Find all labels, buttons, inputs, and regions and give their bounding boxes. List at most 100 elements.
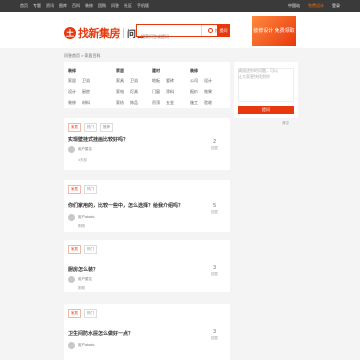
answer-count-label: 回答 <box>211 336 218 340</box>
top-nav-link[interactable]: 社区 <box>124 3 132 9</box>
category-item[interactable]: 设计 <box>68 89 82 95</box>
question-tag[interactable]: 家居 <box>68 309 81 318</box>
question-tag: 热门 <box>84 309 97 318</box>
category-head[interactable]: 装修 <box>68 68 96 74</box>
category-item[interactable]: 装修 <box>68 100 82 106</box>
category-item[interactable]: 涂料 <box>166 89 180 95</box>
question-tag: 热门 <box>84 245 97 254</box>
question-user: 用户ababc <box>68 342 95 349</box>
category-item[interactable]: 门窗 <box>152 89 166 95</box>
question-user: 用户ababc <box>68 214 95 221</box>
question-user: 用户匿名 <box>68 146 92 153</box>
avatar <box>68 276 75 283</box>
category-item[interactable]: 材料 <box>82 100 96 106</box>
breadcrumb: 问答首页 > 家居百科 <box>64 53 101 58</box>
username[interactable]: 用户ababc <box>78 215 95 220</box>
logo-divider <box>123 28 124 38</box>
search-input[interactable] <box>137 31 197 42</box>
category-item[interactable]: 公司 <box>190 78 204 84</box>
question-title[interactable]: 厨房怎么装？ <box>68 266 98 273</box>
category-group: 装修 公司 设计 报价 效果 施工 验收 <box>190 68 218 106</box>
search-icon <box>208 28 213 33</box>
category-item[interactable]: 瓷砖 <box>166 78 180 84</box>
login-link[interactable]: 登录 <box>332 3 340 9</box>
category-item[interactable]: 厨房 <box>82 89 96 95</box>
question-tags: 家居 热门 <box>68 245 97 254</box>
question-tag: 热门 <box>84 185 97 194</box>
city-link[interactable]: 中国站 <box>288 3 300 9</box>
top-nav-link[interactable]: 资讯 <box>46 3 54 9</box>
question-tag[interactable]: 家居 <box>68 245 81 254</box>
question-tag: 热门 <box>84 123 97 132</box>
top-nav-link[interactable]: 手机版 <box>137 3 149 9</box>
top-nav-links: 首页 专题 资讯 图库 百科 装修 团购 问答 社区 手机版 <box>20 0 149 12</box>
question-user: 用户匿名 <box>68 276 92 283</box>
category-item[interactable]: 吊顶 <box>152 100 166 106</box>
category-panel: 装修 家居 卫浴 设计 厨房 装修 材料 家居 家具 卫浴 家电 灯具 家纺 饰… <box>64 62 230 108</box>
question-tags: 家居 热门 <box>68 185 97 194</box>
question-card[interactable]: 家居 热门 卫生间防水层怎么做好一点？ 用户ababc 3 回答 <box>64 304 230 360</box>
category-item[interactable]: 饰品 <box>130 100 144 106</box>
category-group: 装修 家居 卫浴 设计 厨房 装修 材料 <box>68 68 96 106</box>
question-tags: 家居 热门 <box>68 309 97 318</box>
category-item[interactable]: 报价 <box>190 89 204 95</box>
category-item[interactable]: 效果 <box>204 89 218 95</box>
question-card[interactable]: 家居 热门 你们家用的，比较一些中，怎么选择？给我介绍吗？ 用户ababc 刚刚… <box>64 180 230 232</box>
clear-link[interactable]: 清空 <box>282 121 289 126</box>
category-item[interactable]: 家电 <box>116 89 130 95</box>
site-logo[interactable]: 土 找新集房 问答 <box>64 25 145 41</box>
answer-count-label: 回答 <box>211 210 218 214</box>
question-tag: 推荐 <box>100 123 113 132</box>
category-item[interactable]: 家纺 <box>116 100 130 106</box>
top-nav-link[interactable]: 首页 <box>20 3 28 9</box>
top-nav-bar: 首页 专题 资讯 图库 百科 装修 团购 问答 社区 手机版 中国站 免费设计 … <box>0 0 360 12</box>
top-right-links: 中国站 免费设计 登录 <box>288 0 340 12</box>
answer-count: 3 <box>213 329 216 335</box>
category-head[interactable]: 家居 <box>116 68 144 74</box>
top-nav-link[interactable]: 百科 <box>72 3 80 9</box>
search-box: 搜索 <box>136 24 230 42</box>
question-title[interactable]: 实现壁挂式挂画比较好吗？ <box>68 136 128 143</box>
category-item[interactable]: 家居 <box>68 78 82 84</box>
category-item[interactable]: 卫浴 <box>130 78 144 84</box>
top-nav-link[interactable]: 装修 <box>85 3 93 9</box>
category-item[interactable]: 施工 <box>190 100 204 106</box>
ask-panel: 请描述你的问题，可以让大家更快找到你 提问 <box>234 62 298 118</box>
category-item[interactable]: 五金 <box>166 100 180 106</box>
category-group: 建材 地板 瓷砖 门窗 涂料 吊顶 五金 <box>152 68 180 106</box>
question-textarea-placeholder: 请描述你的问题，可以让大家更快找到你 <box>238 68 278 79</box>
question-title[interactable]: 你们家用的，比较一些中，怎么选择？给我介绍吗？ <box>68 202 183 209</box>
username[interactable]: 用户匿名 <box>78 147 92 152</box>
category-item[interactable]: 设计 <box>204 78 218 84</box>
category-item[interactable]: 卫浴 <box>82 78 96 84</box>
answer-count-label: 回答 <box>211 146 218 150</box>
top-nav-link[interactable]: 问答 <box>111 3 119 9</box>
question-title[interactable]: 卫生间防水层怎么做好一点？ <box>68 330 133 337</box>
top-nav-link[interactable]: 图库 <box>59 3 67 9</box>
category-head[interactable]: 装修 <box>190 68 218 74</box>
category-head[interactable]: 建材 <box>152 68 180 74</box>
avatar <box>68 146 75 153</box>
category-item[interactable]: 家具 <box>116 78 130 84</box>
question-time: 刚刚 <box>78 224 85 228</box>
question-tags: 家居 热门 推荐 <box>68 123 113 132</box>
username[interactable]: 用户ababc <box>78 343 95 348</box>
question-tag[interactable]: 家居 <box>68 185 81 194</box>
category-item[interactable]: 验收 <box>204 100 218 106</box>
promo-banner[interactable]: 装修设计 免费领取 <box>252 16 296 46</box>
answer-count-label: 回答 <box>211 272 218 276</box>
question-card[interactable]: 家居 热门 推荐 实现壁挂式挂画比较好吗？ 用户匿名 4天前 2 回答 <box>64 118 230 170</box>
free-design-link[interactable]: 免费设计 <box>308 3 324 9</box>
top-nav-link[interactable]: 专题 <box>33 3 41 9</box>
logo-icon: 土 <box>64 27 76 39</box>
answer-count: 2 <box>213 139 216 145</box>
category-item[interactable]: 灯具 <box>130 89 144 95</box>
question-tag[interactable]: 家居 <box>68 123 81 132</box>
category-item[interactable]: 地板 <box>152 78 166 84</box>
top-nav-link[interactable]: 团购 <box>98 3 106 9</box>
ask-question-button[interactable]: 提问 <box>217 24 230 37</box>
username[interactable]: 用户匿名 <box>78 277 92 282</box>
answer-count: 5 <box>213 203 216 209</box>
question-card[interactable]: 家居 热门 厨房怎么装？ 用户匿名 刚刚 3 回答 <box>64 240 230 292</box>
submit-question-button[interactable]: 提问 <box>238 106 294 114</box>
